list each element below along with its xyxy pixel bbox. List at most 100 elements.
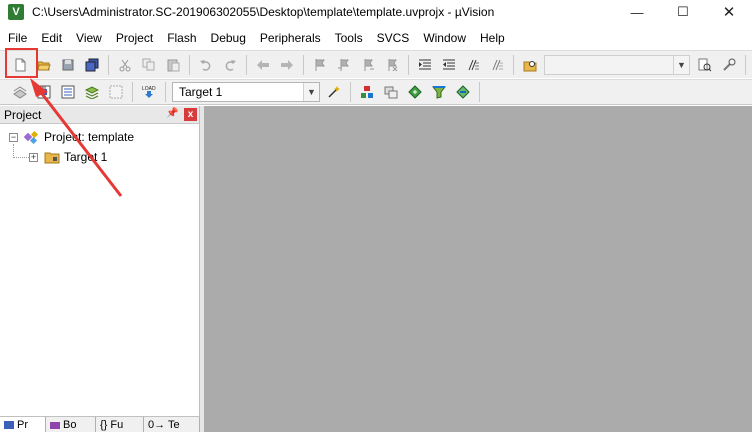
menu-bar: File Edit View Project Flash Debug Perip… bbox=[0, 28, 752, 48]
menu-edit[interactable]: Edit bbox=[34, 28, 69, 48]
tree-connector bbox=[13, 144, 14, 158]
uvision-logo-icon: V bbox=[8, 4, 24, 20]
uvision-window: V C:\Users\Administrator.SC-201906302055… bbox=[0, 0, 752, 432]
tree-item-target[interactable]: + Target 1 bbox=[29, 148, 107, 166]
build-button[interactable] bbox=[33, 81, 55, 103]
menu-peripherals[interactable]: Peripherals bbox=[253, 28, 328, 48]
bookmark-clear-icon bbox=[388, 58, 398, 71]
arrow-right-icon bbox=[281, 59, 293, 70]
tree-item-project-label: Project: template bbox=[44, 130, 135, 144]
cut-button[interactable] bbox=[114, 54, 136, 76]
batch-build-icon bbox=[85, 86, 99, 99]
build-icon bbox=[37, 85, 51, 99]
menu-file[interactable]: File bbox=[0, 28, 34, 48]
panel-close-button[interactable]: x bbox=[184, 108, 197, 121]
project-panel: Project 📌 x − Project: template + Target… bbox=[0, 106, 200, 432]
tree-connector bbox=[13, 157, 29, 158]
load-download-icon: LOAD bbox=[142, 86, 156, 98]
folder-icon bbox=[44, 152, 60, 164]
translate-button[interactable] bbox=[9, 81, 31, 103]
find-in-files-button[interactable] bbox=[519, 54, 541, 76]
pack-installer-icon bbox=[456, 85, 470, 99]
toolbar-separator bbox=[408, 54, 409, 75]
insert-bookmark-button[interactable] bbox=[309, 54, 331, 76]
collapse-icon[interactable]: − bbox=[9, 132, 18, 142]
toolbar-separator bbox=[479, 82, 480, 102]
tab-project-label: Pr bbox=[17, 419, 28, 431]
rebuild-icon bbox=[61, 85, 75, 99]
copy-button[interactable] bbox=[138, 54, 160, 76]
tab-functions-label: {} Fu bbox=[100, 419, 124, 431]
unindent-icon bbox=[443, 59, 455, 69]
project-icon bbox=[4, 421, 14, 429]
paste-button[interactable] bbox=[162, 54, 184, 76]
panel-tab-bar: Pr Bo {} Fu 0→ Te bbox=[0, 416, 200, 432]
comment-icon bbox=[468, 59, 479, 70]
tab-functions[interactable]: {} Fu bbox=[96, 417, 144, 432]
project-panel-header: Project 📌 x bbox=[0, 106, 199, 124]
target-options-button[interactable] bbox=[323, 81, 345, 103]
uncomment-selection-button[interactable] bbox=[486, 54, 508, 76]
tab-project[interactable]: Pr bbox=[0, 417, 46, 432]
previous-bookmark-button[interactable] bbox=[333, 54, 355, 76]
menu-project[interactable]: Project bbox=[109, 28, 160, 48]
tab-books-label: Bo bbox=[63, 419, 77, 431]
comment-selection-button[interactable] bbox=[462, 54, 484, 76]
stop-build-button[interactable] bbox=[105, 81, 127, 103]
menu-tools[interactable]: Tools bbox=[328, 28, 370, 48]
maximize-button[interactable]: ☐ bbox=[660, 0, 706, 24]
undo-button[interactable] bbox=[195, 54, 217, 76]
find-button[interactable] bbox=[694, 54, 716, 76]
batch-build-button[interactable] bbox=[81, 81, 103, 103]
menu-debug[interactable]: Debug bbox=[204, 28, 253, 48]
tab-templates[interactable]: 0→ Te bbox=[144, 417, 200, 432]
clear-bookmarks-button[interactable] bbox=[381, 54, 403, 76]
indent-icon bbox=[419, 59, 431, 69]
rte-manage-button[interactable] bbox=[404, 81, 426, 103]
download-button[interactable]: LOAD bbox=[138, 81, 160, 103]
incremental-find-icon bbox=[723, 58, 736, 71]
next-bookmark-button[interactable] bbox=[357, 54, 379, 76]
tab-books[interactable]: Bo bbox=[46, 417, 96, 432]
pin-icon[interactable]: 📌 bbox=[166, 108, 178, 119]
navigate-forward-button[interactable] bbox=[276, 54, 298, 76]
file-extensions-button[interactable] bbox=[356, 81, 378, 103]
editor-area[interactable] bbox=[204, 106, 752, 432]
arrow-left-icon bbox=[257, 59, 269, 70]
expand-icon[interactable]: + bbox=[29, 152, 38, 162]
menu-svcs[interactable]: SVCS bbox=[370, 28, 417, 48]
tree-item-project[interactable]: − Project: template bbox=[9, 128, 134, 146]
navigate-back-button[interactable] bbox=[252, 54, 274, 76]
pack-installer-button[interactable] bbox=[452, 81, 474, 103]
manage-project-items-button[interactable] bbox=[380, 81, 402, 103]
books-icon bbox=[50, 422, 60, 429]
redo-button[interactable] bbox=[219, 54, 241, 76]
rebuild-button[interactable] bbox=[57, 81, 79, 103]
minimize-button[interactable]: — bbox=[614, 0, 660, 24]
incremental-find-button[interactable] bbox=[718, 54, 740, 76]
target-select[interactable]: Target 1 ▼ bbox=[172, 82, 320, 102]
indent-button[interactable] bbox=[414, 54, 436, 76]
find-combo[interactable]: ▼ bbox=[544, 54, 690, 75]
menu-window[interactable]: Window bbox=[416, 28, 473, 48]
stop-build-icon bbox=[109, 85, 123, 99]
toolbar-separator bbox=[303, 54, 304, 75]
unindent-button[interactable] bbox=[438, 54, 460, 76]
select-software-packs-button[interactable] bbox=[428, 81, 450, 103]
toolbar-separator bbox=[165, 82, 166, 102]
open-folder-icon bbox=[37, 61, 51, 70]
save-all-button[interactable] bbox=[81, 54, 103, 76]
menu-flash[interactable]: Flash bbox=[160, 28, 203, 48]
menu-view[interactable]: View bbox=[69, 28, 109, 48]
close-button[interactable]: ✕ bbox=[706, 0, 752, 24]
save-button[interactable] bbox=[57, 54, 79, 76]
build-toolbar: LOAD Target 1 ▼ bbox=[0, 79, 752, 105]
find-icon bbox=[698, 58, 712, 71]
menu-help[interactable]: Help bbox=[473, 28, 512, 48]
save-all-icon bbox=[85, 58, 99, 71]
undo-icon bbox=[200, 59, 211, 71]
tab-templates-label: 0→ Te bbox=[148, 419, 180, 431]
manage-items-icon bbox=[384, 86, 398, 99]
tree-item-target-label: Target 1 bbox=[64, 150, 108, 164]
translate-icon bbox=[13, 86, 27, 99]
